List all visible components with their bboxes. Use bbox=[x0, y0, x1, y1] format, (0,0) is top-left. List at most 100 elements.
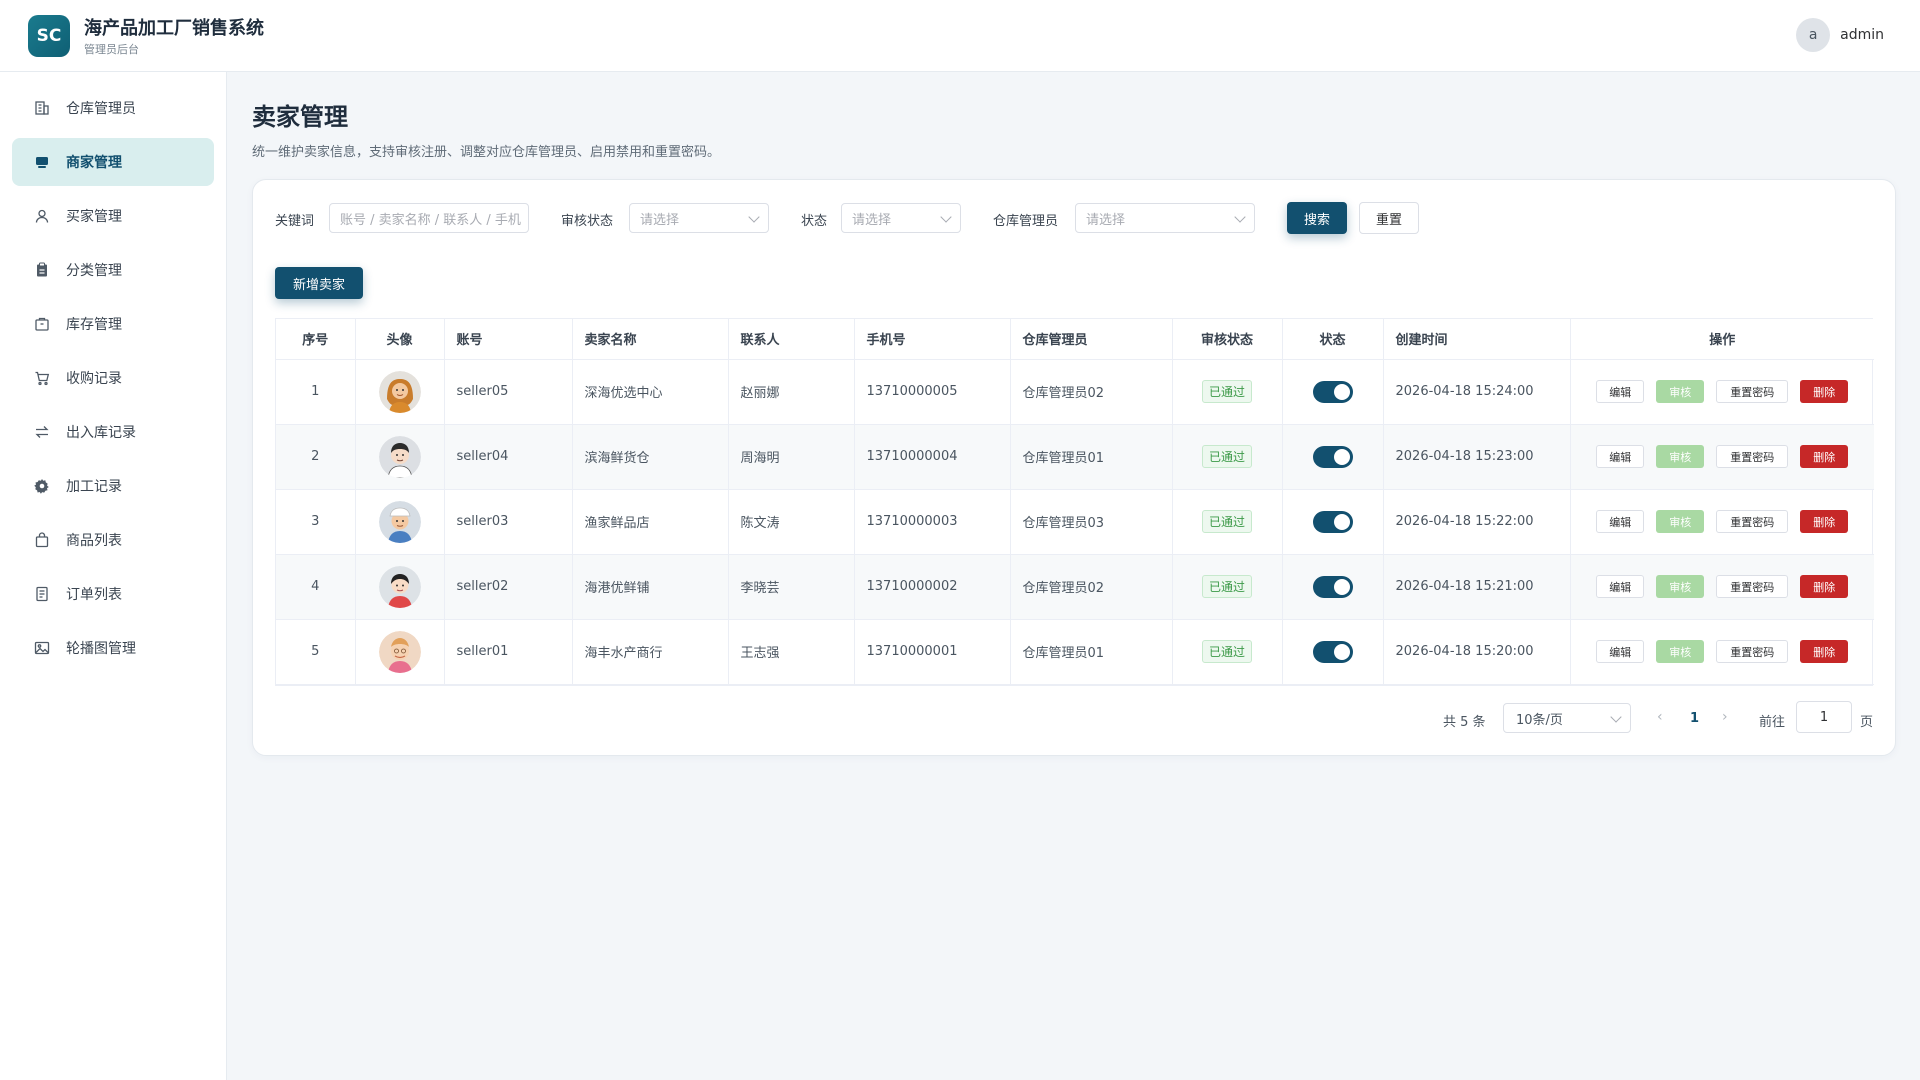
top-header: SC 海产品加工厂销售系统 管理员后台 a admin bbox=[0, 0, 1920, 72]
sidebar-item-products[interactable]: 商品列表 bbox=[12, 516, 214, 564]
page-title: 卖家管理 bbox=[252, 103, 348, 131]
search-button[interactable]: 搜索 bbox=[1287, 202, 1347, 234]
avatar[interactable]: a bbox=[1796, 18, 1831, 52]
table-row: 1 seller05 深海优选中心 赵丽娜 13710000005 仓库管理员0… bbox=[276, 359, 1874, 425]
sidebar-item-banner[interactable]: 轮播图管理 bbox=[12, 624, 214, 672]
created-time-cell: 2026-04-18 15:24:00 bbox=[1383, 359, 1571, 425]
keyword-input[interactable]: 账号 / 卖家名称 / 联系人 / 手机 bbox=[329, 203, 529, 233]
seller-name-cell: 渔家鲜品店 bbox=[572, 489, 729, 555]
audit-button[interactable]: 审核 bbox=[1656, 510, 1705, 533]
user-name[interactable]: admin bbox=[1840, 27, 1884, 43]
status-toggle[interactable] bbox=[1312, 380, 1353, 403]
row-index: 5 bbox=[276, 619, 356, 685]
audit-button[interactable]: 审核 bbox=[1656, 445, 1705, 468]
status-placeholder: 请选择 bbox=[852, 212, 892, 228]
audit-button[interactable]: 审核 bbox=[1656, 380, 1705, 403]
delete-button[interactable]: 删除 bbox=[1800, 445, 1849, 468]
sidebar-item-processing[interactable]: 加工记录 bbox=[12, 462, 214, 510]
seller-name-cell: 深海优选中心 bbox=[572, 359, 729, 425]
avatar bbox=[378, 565, 421, 608]
warehouse-admin-label: 仓库管理员 bbox=[993, 214, 1059, 229]
app-logo: SC bbox=[28, 15, 70, 57]
account-cell: seller05 bbox=[444, 359, 573, 425]
delete-button[interactable]: 删除 bbox=[1800, 640, 1849, 663]
page-description: 统一维护卖家信息，支持审核注册、调整对应仓库管理员、启用禁用和重置密码。 bbox=[252, 145, 721, 160]
delete-button[interactable]: 删除 bbox=[1800, 380, 1849, 403]
sidebar-item-buyer[interactable]: 买家管理 bbox=[12, 192, 214, 240]
page-size-select[interactable]: 10条/页 bbox=[1503, 703, 1631, 733]
reset-password-button[interactable]: 重置密码 bbox=[1716, 445, 1789, 468]
sidebar-item-label: 商家管理 bbox=[66, 155, 122, 171]
sidebar: 仓库管理员 商家管理 买家管理 分类管理 库存管理 收购记录 出入库记录 加工记… bbox=[0, 72, 227, 1080]
user-menu[interactable]: a admin bbox=[1796, 18, 1884, 52]
chevron-down-icon bbox=[940, 211, 952, 223]
avatar bbox=[378, 435, 421, 478]
warehouse-admin-cell: 仓库管理员02 bbox=[1010, 554, 1173, 620]
edit-button[interactable]: 编辑 bbox=[1596, 510, 1645, 533]
warehouse-admin-select[interactable]: 请选择 bbox=[1075, 203, 1255, 233]
sidebar-item-label: 订单列表 bbox=[66, 587, 122, 603]
status-toggle[interactable] bbox=[1312, 445, 1353, 468]
page-size-value: 10条/页 bbox=[1516, 712, 1563, 728]
status-toggle[interactable] bbox=[1312, 640, 1353, 663]
goto-label: 前往 bbox=[1759, 715, 1786, 730]
audit-status-badge: 已通过 bbox=[1201, 380, 1252, 403]
account-cell: seller03 bbox=[444, 489, 573, 555]
status-toggle[interactable] bbox=[1312, 575, 1353, 598]
created-time-cell: 2026-04-18 15:22:00 bbox=[1383, 489, 1571, 555]
column-header: 联系人 bbox=[728, 319, 855, 360]
reset-button[interactable]: 重置 bbox=[1359, 202, 1419, 234]
sidebar-item-label: 加工记录 bbox=[66, 479, 122, 495]
status-select[interactable]: 请选择 bbox=[841, 203, 961, 233]
sidebar-item-label: 轮播图管理 bbox=[66, 641, 136, 657]
reset-password-button[interactable]: 重置密码 bbox=[1716, 380, 1789, 403]
audit-status-placeholder: 请选择 bbox=[640, 212, 680, 228]
account-cell: seller04 bbox=[444, 424, 573, 490]
sidebar-item-category[interactable]: 分类管理 bbox=[12, 246, 214, 294]
sidebar-item-purchase[interactable]: 收购记录 bbox=[12, 354, 214, 402]
add-seller-button[interactable]: 新增卖家 bbox=[275, 267, 363, 299]
account-cell: seller02 bbox=[444, 554, 573, 620]
audit-button[interactable]: 审核 bbox=[1656, 575, 1705, 598]
sidebar-item-inventory[interactable]: 库存管理 bbox=[12, 300, 214, 348]
transfer-icon bbox=[34, 424, 50, 440]
goto-page-input[interactable]: 1 bbox=[1796, 701, 1852, 733]
created-time-cell: 2026-04-18 15:20:00 bbox=[1383, 619, 1571, 685]
delete-button[interactable]: 删除 bbox=[1800, 510, 1849, 533]
column-header: 审核状态 bbox=[1172, 319, 1283, 360]
warehouse-admin-cell: 仓库管理员01 bbox=[1010, 424, 1173, 490]
sidebar-item-label: 收购记录 bbox=[66, 371, 122, 387]
sidebar-item-label: 分类管理 bbox=[66, 263, 122, 279]
phone-cell: 13710000005 bbox=[854, 359, 1011, 425]
building-icon bbox=[34, 100, 50, 116]
reset-password-button[interactable]: 重置密码 bbox=[1716, 640, 1789, 663]
user-icon bbox=[34, 208, 50, 224]
column-header: 卖家名称 bbox=[572, 319, 729, 360]
image-icon bbox=[34, 640, 50, 656]
sidebar-item-label: 商品列表 bbox=[66, 533, 122, 549]
column-header: 账号 bbox=[444, 319, 573, 360]
sidebar-item-warehouse-admin[interactable]: 仓库管理员 bbox=[12, 84, 214, 132]
warehouse-admin-cell: 仓库管理员03 bbox=[1010, 489, 1173, 555]
delete-button[interactable]: 删除 bbox=[1800, 575, 1849, 598]
reset-password-button[interactable]: 重置密码 bbox=[1716, 510, 1789, 533]
audit-button[interactable]: 审核 bbox=[1656, 640, 1705, 663]
reset-password-button[interactable]: 重置密码 bbox=[1716, 575, 1789, 598]
contact-cell: 赵丽娜 bbox=[728, 359, 855, 425]
audit-status-badge: 已通过 bbox=[1201, 445, 1252, 468]
audit-status-select[interactable]: 请选择 bbox=[629, 203, 769, 233]
edit-button[interactable]: 编辑 bbox=[1596, 445, 1645, 468]
status-toggle[interactable] bbox=[1312, 510, 1353, 533]
row-index: 4 bbox=[276, 554, 356, 620]
edit-button[interactable]: 编辑 bbox=[1596, 380, 1645, 403]
edit-button[interactable]: 编辑 bbox=[1596, 640, 1645, 663]
edit-button[interactable]: 编辑 bbox=[1596, 575, 1645, 598]
sidebar-item-seller[interactable]: 商家管理 bbox=[12, 138, 214, 186]
sidebar-item-stock-io[interactable]: 出入库记录 bbox=[12, 408, 214, 456]
created-time-cell: 2026-04-18 15:21:00 bbox=[1383, 554, 1571, 620]
prev-page-icon[interactable]: ‹ bbox=[1657, 709, 1663, 725]
next-page-icon[interactable]: › bbox=[1722, 709, 1728, 725]
sidebar-item-orders[interactable]: 订单列表 bbox=[12, 570, 214, 618]
seller-name-cell: 海港优鲜铺 bbox=[572, 554, 729, 620]
page-number-current[interactable]: 1 bbox=[1690, 711, 1699, 726]
